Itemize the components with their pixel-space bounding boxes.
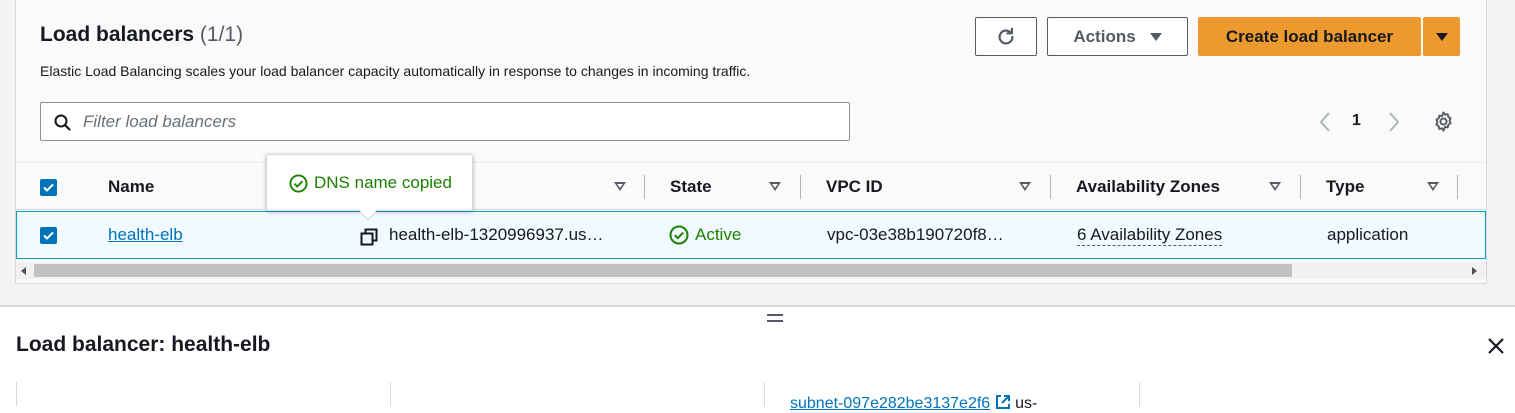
create-load-balancer-button[interactable]: Create load balancer — [1198, 17, 1421, 56]
details-column-separator — [1139, 382, 1140, 406]
subnet-link[interactable]: subnet-097e282be3137e2f6 — [790, 395, 990, 412]
copy-icon[interactable] — [360, 228, 378, 246]
current-page-number[interactable]: 1 — [1352, 112, 1361, 130]
actions-label: Actions — [1073, 26, 1136, 46]
details-column-separator — [764, 382, 765, 406]
copied-tooltip: DNS name copied — [266, 154, 473, 221]
tooltip-content: DNS name copied — [289, 173, 452, 193]
search-icon — [54, 114, 71, 131]
table-header: Name State VPC ID Availability Zones Typ… — [16, 162, 1486, 210]
type-cell: application — [1327, 225, 1409, 244]
drag-handle-icon[interactable] — [767, 314, 783, 326]
checkbox-checked-icon — [43, 183, 54, 192]
refresh-icon — [998, 27, 1014, 45]
column-separator[interactable] — [1300, 175, 1301, 199]
scroll-left-arrow[interactable] — [21, 267, 26, 275]
scrollbar-thumb[interactable] — [34, 264, 1292, 277]
column-header-vpc-id[interactable]: VPC ID — [826, 177, 883, 197]
tooltip-text: DNS name copied — [314, 173, 452, 192]
availability-zones-cell[interactable]: 6 Availability Zones — [1077, 225, 1223, 246]
chevron-right-icon[interactable] — [1386, 111, 1402, 133]
load-balancer-name-link[interactable]: health-elb — [108, 225, 183, 245]
title-text: Load balancers — [40, 23, 195, 46]
sort-icon[interactable] — [1427, 182, 1439, 191]
sort-icon[interactable] — [769, 182, 781, 191]
state-text: Active — [695, 225, 742, 244]
vpc-id-cell: vpc-03e38b190720f8… — [827, 225, 1004, 244]
filter-search-box[interactable] — [40, 102, 850, 141]
load-balancers-area: Load balancers (1/1) Elastic Load Balanc… — [0, 0, 1515, 305]
row-select-checkbox[interactable] — [40, 227, 57, 244]
column-header-type[interactable]: Type — [1326, 177, 1364, 197]
scroll-right-arrow[interactable] — [1472, 267, 1477, 275]
dns-name-cell: health-elb-1320996937.us… — [389, 225, 604, 244]
column-separator[interactable] — [644, 175, 645, 199]
subnet-entry: subnet-097e282be3137e2f6 us- — [790, 394, 1037, 413]
subnet-suffix: us- — [1015, 395, 1038, 412]
sort-icon[interactable] — [614, 182, 626, 191]
details-column-separator — [16, 382, 17, 406]
caret-down-icon — [1149, 32, 1162, 41]
external-link-icon[interactable] — [995, 394, 1011, 410]
table-row[interactable]: health-elb health-elb-1320996937.us… Act… — [16, 211, 1486, 259]
close-icon[interactable] — [1487, 337, 1505, 355]
details-column-separator — [390, 382, 391, 406]
column-header-name[interactable]: Name — [108, 177, 154, 197]
page-description: Elastic Load Balancing scales your load … — [40, 63, 751, 79]
status-check-icon — [289, 173, 308, 193]
sort-icon[interactable] — [1019, 182, 1031, 191]
column-separator[interactable] — [1050, 175, 1051, 199]
checkbox-checked-icon — [43, 231, 54, 240]
actions-button[interactable]: Actions — [1047, 17, 1188, 56]
state-cell: Active — [669, 225, 741, 245]
create-label: Create load balancer — [1225, 26, 1394, 46]
refresh-button[interactable] — [975, 17, 1037, 56]
column-header-state[interactable]: State — [670, 177, 712, 197]
select-all-checkbox[interactable] — [40, 179, 57, 196]
create-options-dropdown-button[interactable] — [1423, 17, 1460, 56]
caret-down-icon — [1435, 32, 1448, 41]
sort-icon[interactable] — [1269, 182, 1281, 191]
status-check-icon — [669, 225, 689, 245]
split-panel-divider[interactable] — [0, 305, 1515, 307]
details-title: Load balancer: health-elb — [16, 333, 271, 356]
page-title: Load balancers (1/1) — [40, 23, 243, 47]
settings-gear-icon[interactable] — [1432, 110, 1455, 133]
chevron-left-icon[interactable] — [1317, 111, 1333, 133]
title-count: (1/1) — [199, 23, 244, 46]
column-separator[interactable] — [800, 175, 801, 199]
filter-search-input[interactable] — [81, 109, 831, 135]
column-separator[interactable] — [1457, 175, 1458, 199]
column-header-availability-zones[interactable]: Availability Zones — [1076, 177, 1220, 197]
horizontal-scrollbar[interactable] — [16, 262, 1486, 279]
